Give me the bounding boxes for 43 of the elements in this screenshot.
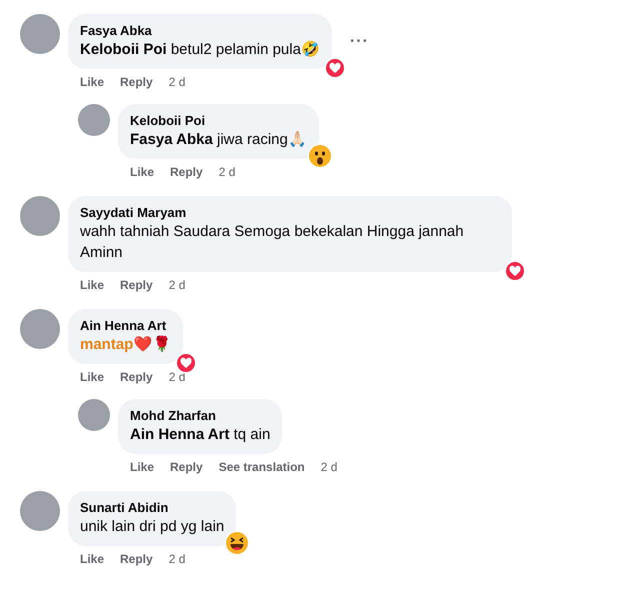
- love-reaction-icon: [324, 57, 346, 79]
- action-link[interactable]: Reply: [120, 551, 153, 567]
- haha-reaction-icon: [224, 530, 250, 556]
- avatar-photo[interactable]: [78, 399, 110, 431]
- action-link[interactable]: Reply: [170, 459, 203, 475]
- love-reaction-icon: [175, 352, 198, 374]
- comment-text: Ain Henna Art tq ain: [130, 425, 270, 445]
- author-name[interactable]: Keloboii Poi: [130, 112, 307, 129]
- action-link[interactable]: Reply: [120, 277, 153, 293]
- love-reaction-icon: [504, 260, 526, 282]
- avatar-photo[interactable]: [78, 104, 110, 136]
- action-link[interactable]: See translation: [218, 459, 305, 475]
- timestamp: 2 d: [168, 277, 186, 293]
- avatar-photo[interactable]: [20, 196, 60, 236]
- more-options-icon[interactable]: ···: [350, 32, 369, 50]
- avatar-photo[interactable]: [20, 309, 60, 349]
- comment-text: wahh tahniah Saudara Semoga bekekalan Hingga jannah Aminn: [80, 222, 465, 263]
- timestamp: 2 d: [218, 164, 236, 180]
- timestamp: 2 d: [168, 369, 186, 385]
- author-name[interactable]: Sunarti Abidin: [80, 499, 224, 516]
- comment-text: unik lain dri pd yg lain: [80, 517, 224, 537]
- avatar-photo[interactable]: [20, 491, 60, 531]
- author-name[interactable]: Ain Henna Art: [80, 317, 172, 334]
- action-link[interactable]: Reply: [120, 74, 153, 90]
- action-link[interactable]: Like: [80, 369, 104, 385]
- wow-reaction-icon: [306, 143, 333, 169]
- avatar-photo[interactable]: [20, 14, 60, 54]
- author-name[interactable]: Mohd Zharfan: [130, 407, 270, 424]
- action-link[interactable]: Reply: [170, 164, 203, 180]
- action-link[interactable]: Like: [80, 551, 104, 567]
- comment-text: Keloboii Poi betul2 pelamin pula🤣: [80, 40, 320, 60]
- timestamp: 2 d: [320, 459, 338, 475]
- comment-text: mantap❤🌹: [80, 334, 172, 355]
- author-name[interactable]: Sayydati Maryam: [80, 204, 500, 221]
- action-link[interactable]: Like: [130, 164, 154, 180]
- author-name[interactable]: Fasya Abka: [80, 22, 320, 39]
- timestamp: 2 d: [168, 551, 186, 567]
- action-link[interactable]: Like: [80, 277, 104, 293]
- timestamp: 2 d: [168, 74, 186, 90]
- comment-text: Fasya Abka jiwa racing🙏🏻: [130, 130, 307, 150]
- action-link[interactable]: Like: [80, 74, 104, 90]
- action-link[interactable]: Reply: [120, 369, 153, 385]
- action-link[interactable]: Like: [130, 459, 154, 475]
